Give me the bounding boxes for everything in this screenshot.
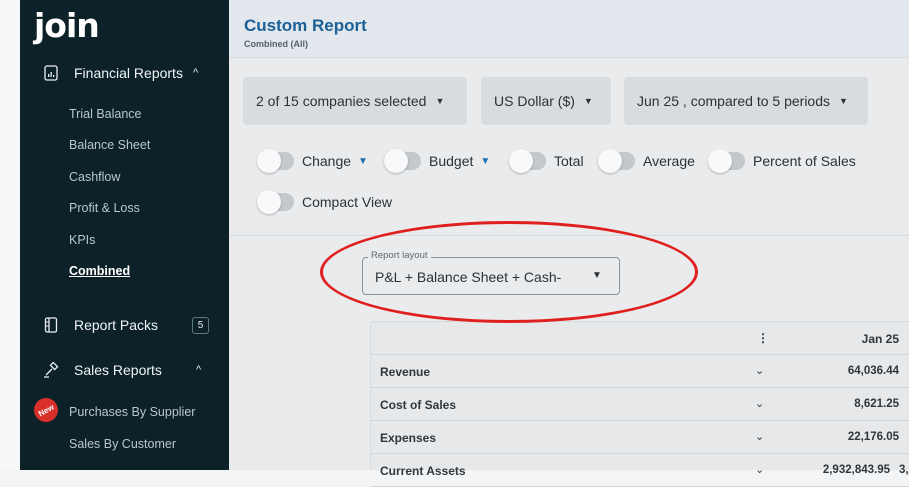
toggle-switch[interactable] — [598, 149, 635, 173]
column-header: Jan 25 — [861, 332, 899, 346]
filter-panel: 2 of 15 companies selected ▼ US Dollar (… — [229, 58, 909, 236]
report-area: Report layout P&L + Balance Sheet + Cash… — [229, 237, 909, 487]
table-header-row: ⋮ Jan 25 — [371, 322, 909, 355]
currency-select-value: US Dollar ($) — [494, 93, 575, 109]
period-select-value: Jun 25 , compared to 5 periods — [637, 93, 831, 109]
sidebar-subitem-combined[interactable]: Combined — [69, 264, 130, 278]
row-label: Current Assets — [380, 464, 466, 478]
table-row[interactable]: Expenses ⌄ 22,176.05 — [371, 421, 909, 454]
row-value: 64,036.44 — [847, 365, 899, 377]
count-badge: 5 — [192, 317, 209, 334]
toggle-average[interactable]: Average — [598, 149, 695, 173]
toggle-label: Total — [554, 153, 584, 169]
company-select[interactable]: 2 of 15 companies selected ▼ — [243, 77, 467, 125]
row-label: Cost of Sales — [380, 398, 457, 412]
report-table: ⋮ Jan 25 Revenue ⌄ 64,036.44 Cost of Sal… — [370, 321, 909, 487]
caret-down-icon[interactable]: ▼ — [480, 156, 490, 167]
row-value: 2,932,843.95 — [822, 464, 890, 476]
toggle-change[interactable]: Change ▼ — [257, 149, 368, 173]
row-value: 8,621.25 — [854, 398, 899, 410]
toggle-label: Compact View — [302, 194, 393, 210]
left-gutter — [0, 0, 20, 470]
toggle-switch[interactable] — [509, 149, 546, 173]
app-frame: join Financial Reports ^ Trial Balance B… — [0, 0, 909, 487]
chevron-up-icon: ^ — [195, 364, 202, 376]
chevron-down-icon[interactable]: ⌄ — [755, 397, 764, 410]
sidebar-subitem-balance-sheet[interactable]: Balance Sheet — [69, 138, 150, 152]
sidebar: join Financial Reports ^ Trial Balance B… — [20, 0, 229, 470]
sidebar-subitem-purchases-by-supplier[interactable]: Purchases By Supplier — [69, 405, 195, 419]
sidebar-subitem-kpis[interactable]: KPIs — [69, 233, 95, 247]
toggle-switch[interactable] — [384, 149, 421, 173]
sidebar-item-report-packs[interactable]: Report Packs 5 — [20, 309, 229, 341]
new-badge: New — [29, 393, 63, 427]
table-row[interactable]: Cost of Sales ⌄ 8,621.25 — [371, 388, 909, 421]
caret-down-icon: ▼ — [583, 96, 593, 106]
period-select[interactable]: Jun 25 , compared to 5 periods ▼ — [624, 77, 868, 125]
row-value: 22,176.05 — [847, 431, 899, 443]
chevron-down-icon[interactable]: ⌄ — [755, 430, 764, 443]
toggle-label: Percent of Sales — [753, 153, 856, 169]
toggle-label: Budget — [429, 153, 474, 169]
sidebar-subitem-sales-by-customer[interactable]: Sales By Customer — [69, 437, 176, 451]
table-row[interactable]: Revenue ⌄ 64,036.44 — [371, 355, 909, 388]
row-value-next-column: 3, — [899, 464, 909, 476]
toggle-switch[interactable] — [257, 190, 294, 214]
page-header: Custom Report Combined (All) — [229, 0, 909, 58]
caret-down-icon: ▼ — [839, 96, 848, 106]
sidebar-item-label: Report Packs — [74, 317, 159, 333]
main-content: Custom Report Combined (All) 2 of 15 com… — [229, 0, 909, 487]
book-icon — [42, 316, 60, 334]
sidebar-subitem-cashflow[interactable]: Cashflow — [69, 170, 120, 184]
sidebar-subitem-profit-loss[interactable]: Profit & Loss — [69, 201, 140, 215]
company-select-value: 2 of 15 companies selected — [256, 93, 427, 109]
caret-down-icon[interactable]: ▼ — [592, 270, 602, 281]
page-subtitle: Combined (All) — [244, 39, 308, 49]
toggle-compact-view[interactable]: Compact View — [257, 190, 393, 214]
sidebar-item-label: Sales Reports — [74, 362, 162, 378]
join-logo[interactable]: join — [34, 6, 100, 45]
chart-document-icon — [42, 64, 60, 82]
toggle-label: Change — [302, 153, 352, 169]
report-layout-label: Report layout — [368, 250, 431, 261]
toggle-label: Average — [643, 153, 695, 169]
more-options-icon[interactable]: ⋮ — [757, 331, 769, 345]
caret-down-icon: ▼ — [435, 96, 445, 106]
toggle-switch[interactable] — [257, 149, 294, 173]
toggle-budget[interactable]: Budget ▼ — [384, 149, 490, 173]
chevron-down-icon[interactable]: ⌄ — [755, 364, 764, 377]
caret-down-icon[interactable]: ▼ — [358, 156, 368, 167]
toggle-percent-of-sales[interactable]: Percent of Sales — [708, 149, 856, 173]
sidebar-item-financial-reports[interactable]: Financial Reports ^ — [20, 57, 229, 89]
logo-text: join — [34, 6, 100, 45]
table-row[interactable]: Current Assets ⌄ 2,932,843.95 3, — [371, 454, 909, 487]
currency-select[interactable]: US Dollar ($) ▼ — [481, 77, 611, 125]
sidebar-item-sales-reports[interactable]: Sales Reports ^ — [20, 354, 229, 386]
sidebar-item-label: Financial Reports — [74, 65, 183, 81]
sidebar-subitem-trial-balance[interactable]: Trial Balance — [69, 107, 142, 121]
row-label: Expenses — [380, 431, 437, 445]
row-label: Revenue — [380, 365, 431, 379]
gavel-icon — [42, 361, 60, 379]
toggle-total[interactable]: Total — [509, 149, 584, 173]
page-title: Custom Report — [244, 16, 367, 35]
toggle-switch[interactable] — [708, 149, 745, 173]
report-layout-value: P&L + Balance Sheet + Cash- — [375, 269, 562, 285]
chevron-up-icon: ^ — [192, 67, 199, 79]
